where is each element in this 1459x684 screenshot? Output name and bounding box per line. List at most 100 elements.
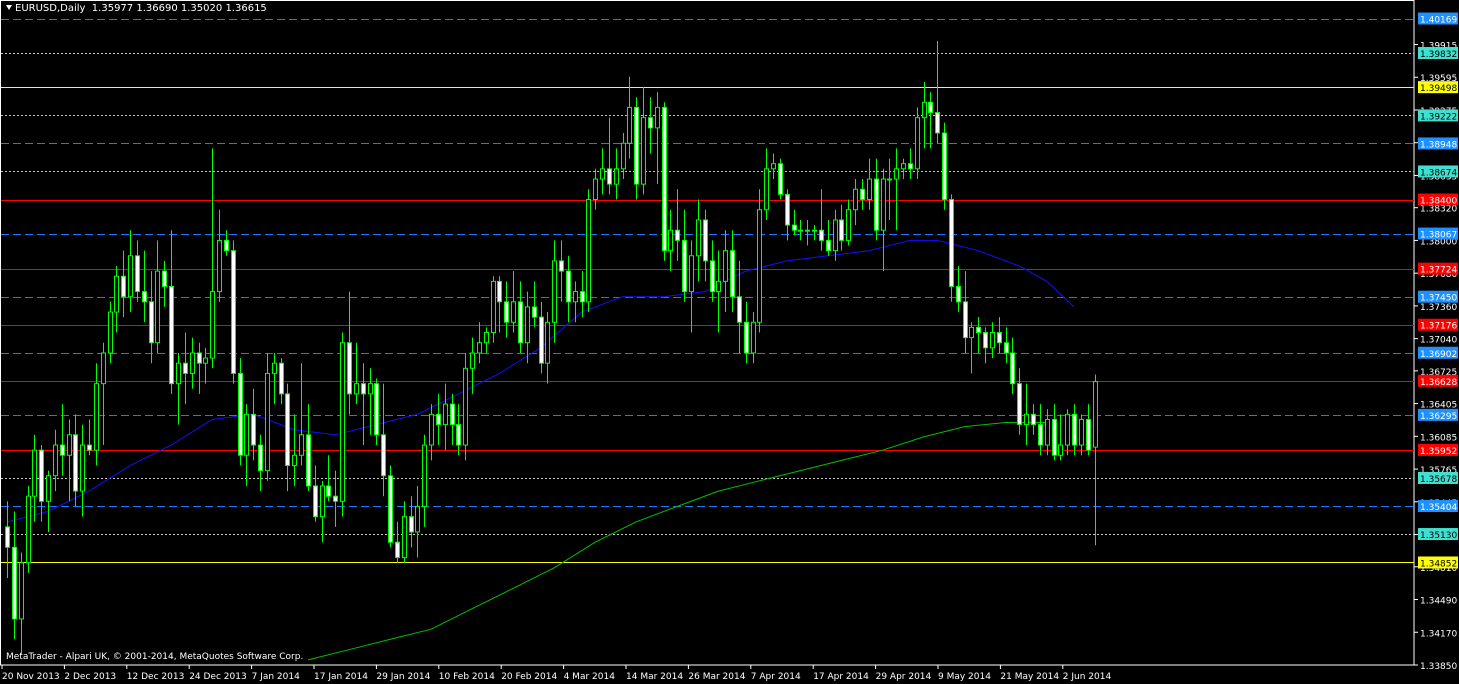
candle (333, 470, 338, 527)
candle (778, 158, 783, 200)
candle-body (80, 444, 85, 492)
level-tag-label: 1.34852 (1420, 559, 1457, 569)
candle (648, 97, 653, 154)
candle-body (1004, 342, 1009, 354)
candle-body (737, 296, 742, 323)
candle (39, 445, 44, 522)
candle (450, 393, 455, 446)
candle (238, 358, 243, 466)
y-tick-label: 1.33850 (1420, 662, 1457, 672)
candle-body (299, 434, 304, 456)
price-chart[interactable]: 1.399151.395951.392751.389551.386351.383… (0, 0, 1459, 684)
candle (368, 368, 373, 435)
candle (217, 209, 222, 302)
candle-body (518, 301, 523, 344)
candle (1038, 404, 1043, 456)
candle (456, 404, 461, 456)
candle (121, 250, 126, 318)
close-price: 1.36615 (225, 3, 267, 14)
chart-canvas[interactable]: 1.399151.395951.392751.389551.386351.383… (0, 0, 1459, 684)
candle-body (265, 372, 270, 472)
candle (983, 327, 988, 364)
candle-body (949, 199, 954, 287)
candle (511, 271, 516, 333)
candle (258, 434, 263, 492)
candle (586, 189, 591, 313)
candle-body (456, 424, 461, 446)
candle (1045, 409, 1050, 456)
candle-body (648, 117, 653, 129)
level-tag-label: 1.39832 (1420, 50, 1457, 60)
candle-body (586, 199, 591, 303)
candle-body (497, 280, 502, 303)
candle-body (539, 316, 544, 364)
symbol-header: EURUSD,Daily 1.35977 1.36690 1.35020 1.3… (6, 3, 267, 14)
candle (374, 378, 379, 446)
level-tag-label: 1.40169 (1420, 16, 1457, 26)
candle-body (1010, 352, 1015, 385)
level-tag-label: 1.38948 (1420, 140, 1457, 150)
candle (949, 194, 954, 302)
candle (101, 342, 106, 446)
x-tick-label: 20 Feb 2014 (501, 672, 557, 682)
candle-body (778, 163, 783, 195)
candle-body (641, 117, 646, 185)
moving-average-slow (307, 422, 1047, 661)
x-tick-label: 17 Jan 2014 (314, 672, 368, 682)
x-tick-label: 7 Apr 2014 (751, 672, 801, 682)
candle (320, 480, 325, 543)
candle-body (12, 546, 17, 620)
candle (833, 209, 838, 261)
level-tag-label: 1.36628 (1420, 378, 1457, 388)
candle-body (710, 260, 715, 293)
candle-body (593, 178, 598, 201)
candle (436, 393, 441, 446)
candle-body (46, 475, 51, 502)
candle (299, 363, 304, 466)
level-tag-label: 1.37724 (1420, 266, 1457, 276)
candle-body (361, 383, 366, 395)
candle-body (381, 434, 386, 477)
candle-body (983, 332, 988, 349)
candle-body (272, 362, 277, 374)
candle (757, 189, 762, 333)
candle-body (415, 505, 420, 533)
x-tick-label: 26 Mar 2014 (688, 672, 745, 682)
candle-body (210, 291, 215, 359)
dropdown-triangle-icon[interactable] (6, 5, 12, 10)
candle-body (231, 250, 236, 374)
candle (128, 230, 133, 313)
candle-body (1031, 413, 1036, 426)
level-tag-label: 1.37176 (1420, 322, 1457, 332)
candle-body (703, 219, 708, 262)
candle-body (320, 485, 325, 518)
candle-body (675, 229, 680, 241)
candle (956, 266, 961, 313)
candle-body (409, 516, 414, 533)
candle-body (142, 291, 147, 303)
candle (846, 199, 851, 246)
candle-body (1052, 418, 1057, 456)
candle (935, 40, 940, 144)
candle-body (162, 270, 167, 287)
candle (354, 342, 359, 405)
level-tag-label: 1.36902 (1420, 350, 1457, 360)
candle-body (915, 117, 920, 170)
candle (552, 240, 557, 343)
candle-body (26, 495, 31, 564)
candle-body (197, 352, 202, 364)
candle (477, 322, 482, 364)
candle-body (368, 383, 373, 395)
candle-body (149, 301, 154, 344)
level-tag-label: 1.38067 (1420, 231, 1457, 241)
candle (1024, 383, 1029, 446)
candle (997, 317, 1002, 353)
candle-body (887, 178, 892, 181)
candle (634, 97, 639, 200)
candle (662, 102, 667, 261)
candle (26, 485, 31, 573)
candle (443, 383, 448, 451)
candle-body (388, 475, 393, 543)
candle-body (1017, 383, 1022, 426)
x-tick-label: 29 Jan 2014 (376, 672, 430, 682)
